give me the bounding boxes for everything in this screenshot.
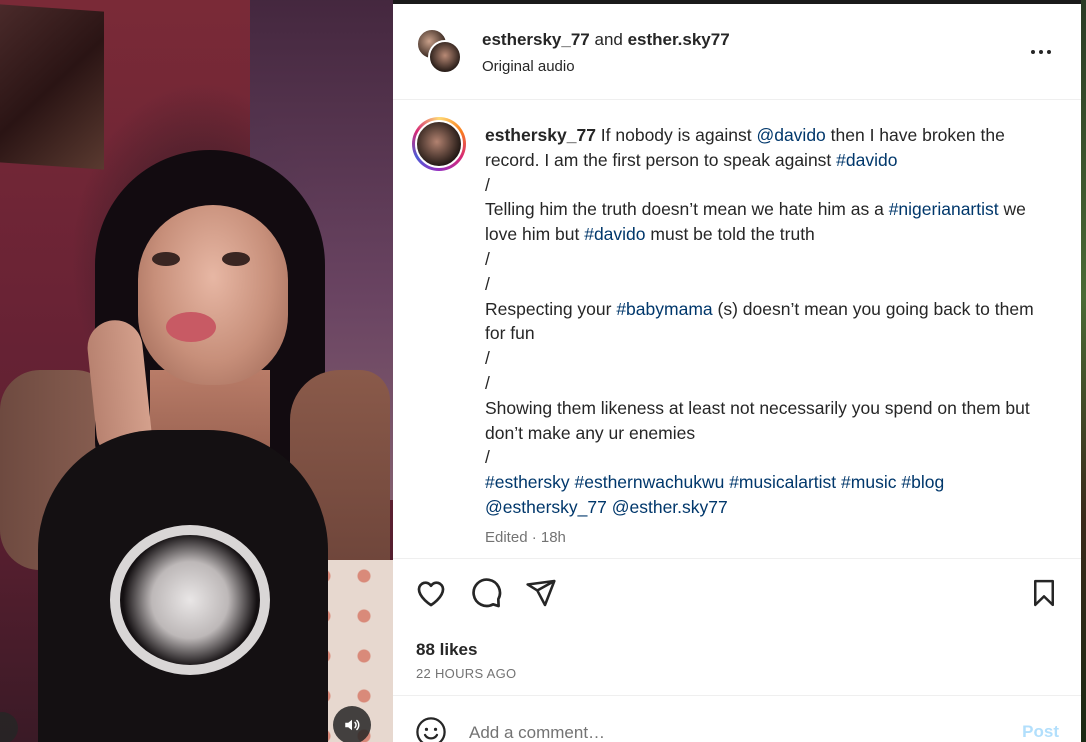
comment-icon (472, 578, 502, 608)
caption-text-segment: / (485, 348, 490, 369)
caption-area: esthersky_77 If nobody is against @david… (393, 101, 1081, 559)
mention-link[interactable]: @esthersky_77 (485, 497, 607, 517)
caption-line: / (485, 371, 1055, 396)
save-button[interactable] (1027, 576, 1061, 610)
hashtag-link[interactable]: #davido (584, 224, 645, 244)
person-lips (166, 312, 216, 342)
share-icon (526, 579, 556, 607)
avatar[interactable] (428, 40, 462, 74)
comment-input[interactable] (469, 720, 989, 742)
shirt-print (110, 525, 270, 675)
caption-line: #esthersky #esthernwachukwu #musicalarti… (485, 470, 1055, 495)
avatar[interactable] (412, 117, 466, 171)
comment-button[interactable] (469, 576, 503, 610)
caption-text-segment: must be told the truth (645, 224, 815, 245)
caption-line: Showing them likeness at least not neces… (485, 396, 1055, 446)
caption-line: / (485, 445, 1055, 470)
hashtag-link[interactable]: #musicalartist (729, 472, 836, 492)
post-header: esthersky_77 and esther.sky77 Original a… (393, 4, 1081, 100)
post-comment-button[interactable]: Post (1022, 722, 1059, 742)
caption-text-segment: Telling him the truth doesn’t mean we ha… (485, 199, 889, 220)
caption-text-segment: Respecting your (485, 298, 617, 319)
comment-bar: Post (393, 695, 1081, 742)
mention-link[interactable]: @davido (756, 125, 825, 145)
caption-line: / (485, 247, 1055, 272)
caption-line: / (485, 272, 1055, 297)
caption-text-segment: If nobody is against (595, 125, 757, 145)
tag-people-button[interactable] (0, 712, 18, 742)
caption-text-segment: / (485, 273, 490, 294)
caption-username[interactable]: esthersky_77 (485, 125, 596, 145)
post-actions: 88 likes 22 HOURS AGO (393, 560, 1081, 700)
more-options-button[interactable] (1029, 40, 1053, 64)
hashtag-link[interactable]: #music (841, 472, 896, 492)
hashtag-link[interactable]: #nigerianartist (889, 199, 999, 219)
hashtag-link[interactable]: #esthersky (485, 472, 570, 492)
caption-line: / (485, 173, 1055, 198)
caption-text: esthersky_77 If nobody is against @david… (485, 123, 1055, 520)
bookmark-icon (1034, 579, 1054, 607)
person-eye-left (152, 252, 180, 266)
audio-link[interactable]: Original audio (482, 58, 730, 75)
speaker-icon (345, 719, 360, 731)
background-page-edge (1081, 0, 1086, 742)
hashtag-link[interactable]: #babymama (616, 299, 712, 319)
post-panel: esthersky_77 and esther.sky77 Original a… (393, 4, 1081, 742)
caption-line: @esthersky_77 @esther.sky77 (485, 495, 1055, 520)
caption-line: Respecting your #babymama (s) doesn’t me… (485, 297, 1055, 347)
post-video[interactable] (0, 0, 393, 742)
caption-timestamp: Edited · 18h (485, 529, 566, 546)
caption-text-segment: / (485, 248, 490, 269)
wall-poster (0, 4, 104, 170)
ellipsis-icon (1031, 50, 1035, 54)
hashtag-link[interactable]: #esthernwachukwu (575, 472, 725, 492)
caption-text-segment: / (485, 174, 490, 195)
username-link[interactable]: esther.sky77 (628, 30, 730, 49)
header-text: esthersky_77 and esther.sky77 Original a… (482, 30, 730, 75)
hashtag-link[interactable]: #davido (836, 150, 897, 170)
person-face (138, 205, 288, 385)
post-time[interactable]: 22 HOURS AGO (416, 666, 516, 681)
likes-count[interactable]: 88 likes (416, 640, 477, 660)
caption-text-segment: Showing them likeness at least not neces… (485, 397, 1035, 443)
caption-text-segment: / (485, 372, 490, 393)
heart-icon (417, 581, 445, 607)
mention-link[interactable]: @esther.sky77 (612, 497, 728, 517)
header-title: esthersky_77 and esther.sky77 (482, 30, 730, 50)
header-connector: and (589, 30, 628, 49)
like-button[interactable] (414, 576, 448, 610)
caption-line: esthersky_77 If nobody is against @david… (485, 123, 1055, 173)
smiley-icon[interactable] (415, 716, 447, 742)
caption-text-segment: / (485, 447, 490, 468)
caption-line: Telling him the truth doesn’t mean we ha… (485, 197, 1055, 247)
share-button[interactable] (524, 576, 558, 610)
collab-avatars[interactable] (416, 28, 464, 76)
username-link[interactable]: esthersky_77 (482, 30, 590, 49)
hashtag-link[interactable]: #blog (901, 472, 944, 492)
person-eye-right (222, 252, 250, 266)
audio-toggle-button[interactable] (333, 706, 371, 742)
caption-line: / (485, 346, 1055, 371)
